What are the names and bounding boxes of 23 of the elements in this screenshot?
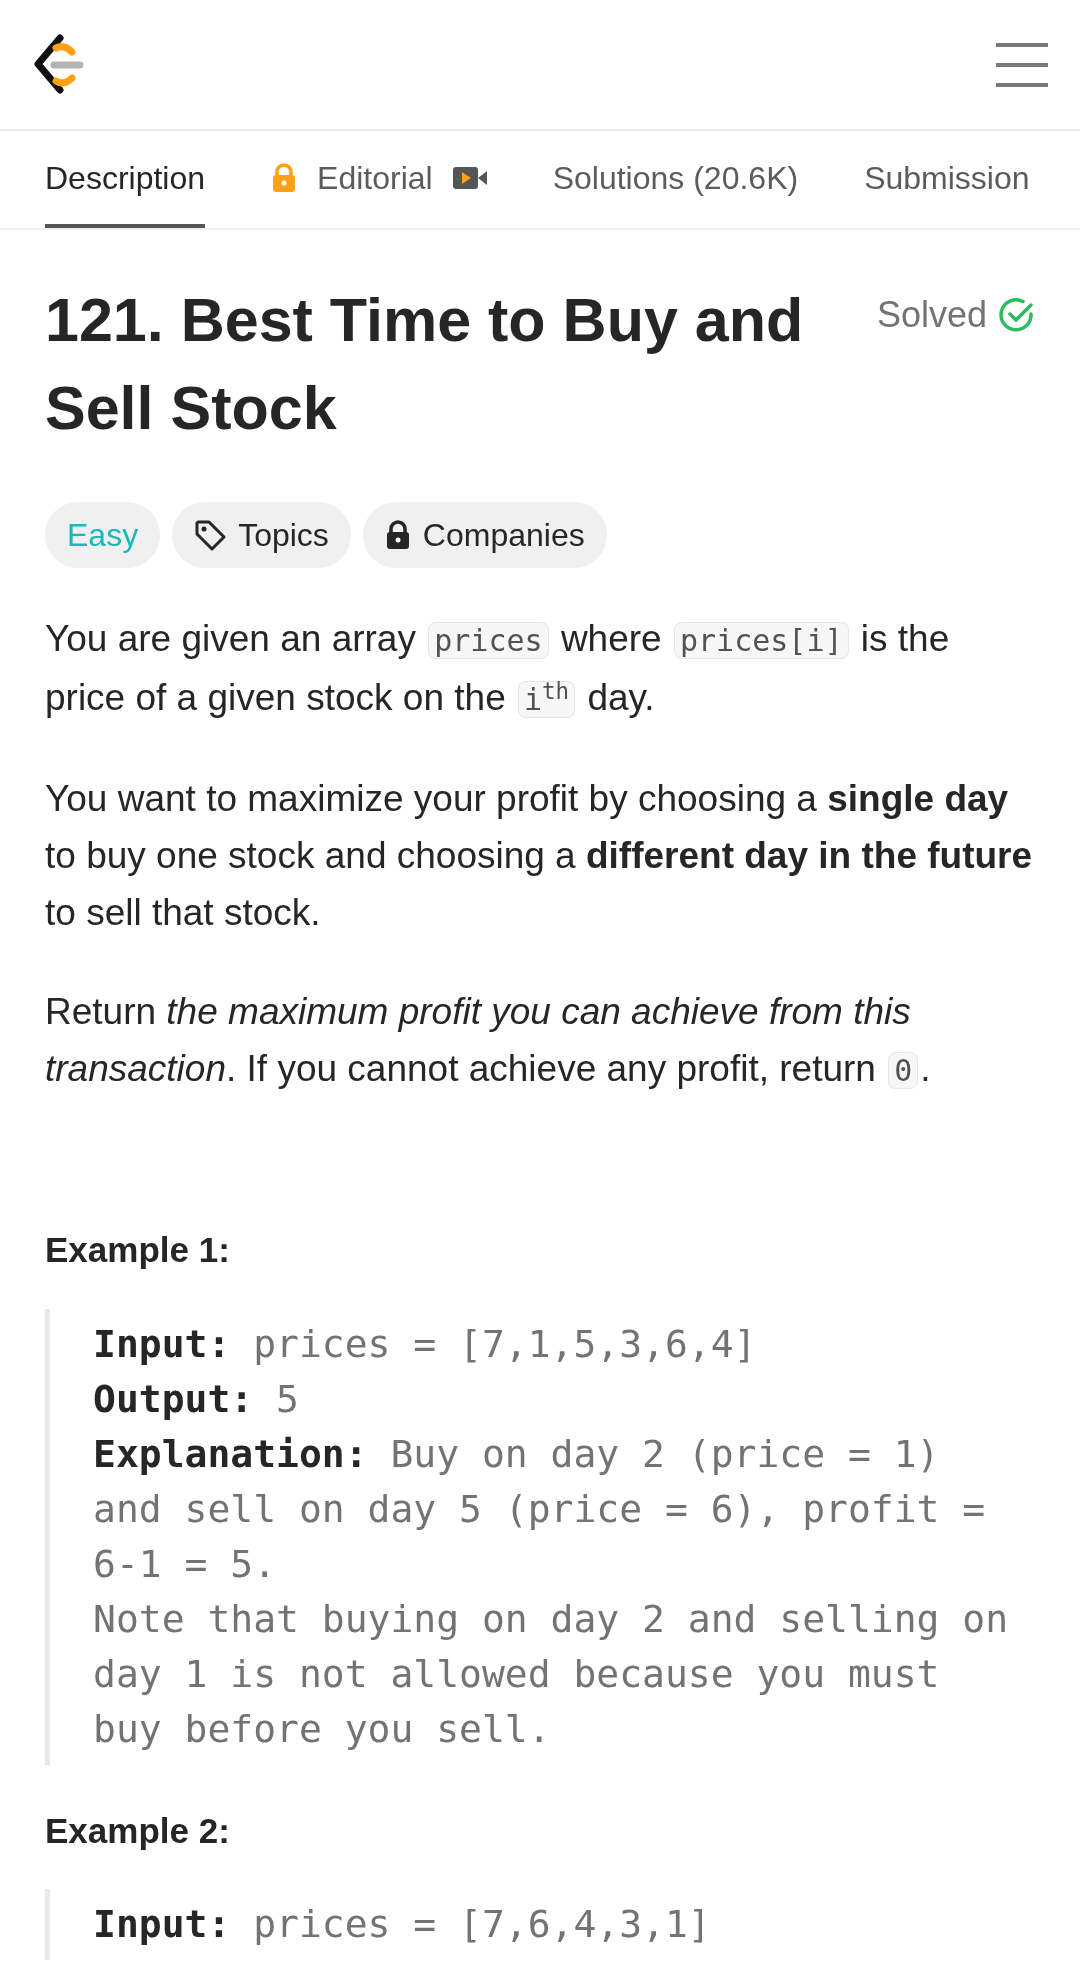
problem-title: 121. Best Time to Buy and Sell Stock bbox=[45, 285, 805, 444]
example-line: Output: 5 bbox=[93, 1375, 300, 1423]
video-icon bbox=[452, 165, 487, 190]
companies-button[interactable]: Companies bbox=[362, 502, 607, 568]
example-title: Example 1: bbox=[45, 1229, 231, 1271]
lock-icon bbox=[271, 162, 298, 193]
tag-icon bbox=[194, 519, 227, 551]
tab[interactable]: Submission bbox=[864, 131, 1030, 228]
example-title: Example 2: bbox=[45, 1809, 231, 1852]
tab[interactable]: Solutions (20.6K) bbox=[552, 131, 799, 228]
description-paragraph: You are given an array prices where prices[i] is the price of a given stock on the i$^{th}$ day. bbox=[45, 617, 951, 720]
example-line: Input: prices = [7,6,4,3,1] bbox=[93, 1901, 712, 1948]
status-label: Solved bbox=[876, 293, 987, 337]
menu-icon[interactable] bbox=[994, 40, 1050, 89]
example-line: Input: prices = [7,1,5,3,6,4] bbox=[93, 1320, 758, 1368]
example-line: Explanation: Buy on day 2 (price = 1) and sell on day 5 (price = 6), profit = 6-1 = 5. bbox=[93, 1430, 987, 1588]
lock-icon bbox=[384, 520, 411, 550]
tab[interactable]: Editorial bbox=[271, 131, 487, 228]
tab[interactable]: Description bbox=[45, 131, 206, 228]
example-note: Note that buying on day 2 and selling on day 1 is not allowed because you must buy before you sell. bbox=[93, 1595, 1010, 1753]
description-paragraph: You want to maximize your profit by choosing a single day to buy one stock and choosing a different day in the future to sell that stock. bbox=[45, 777, 1034, 935]
topics-button[interactable]: Topics bbox=[172, 502, 351, 568]
description-paragraph: Return the maximum profit you can achieve from this transaction. If you cannot achieve any profit, return 0 . bbox=[45, 990, 932, 1091]
